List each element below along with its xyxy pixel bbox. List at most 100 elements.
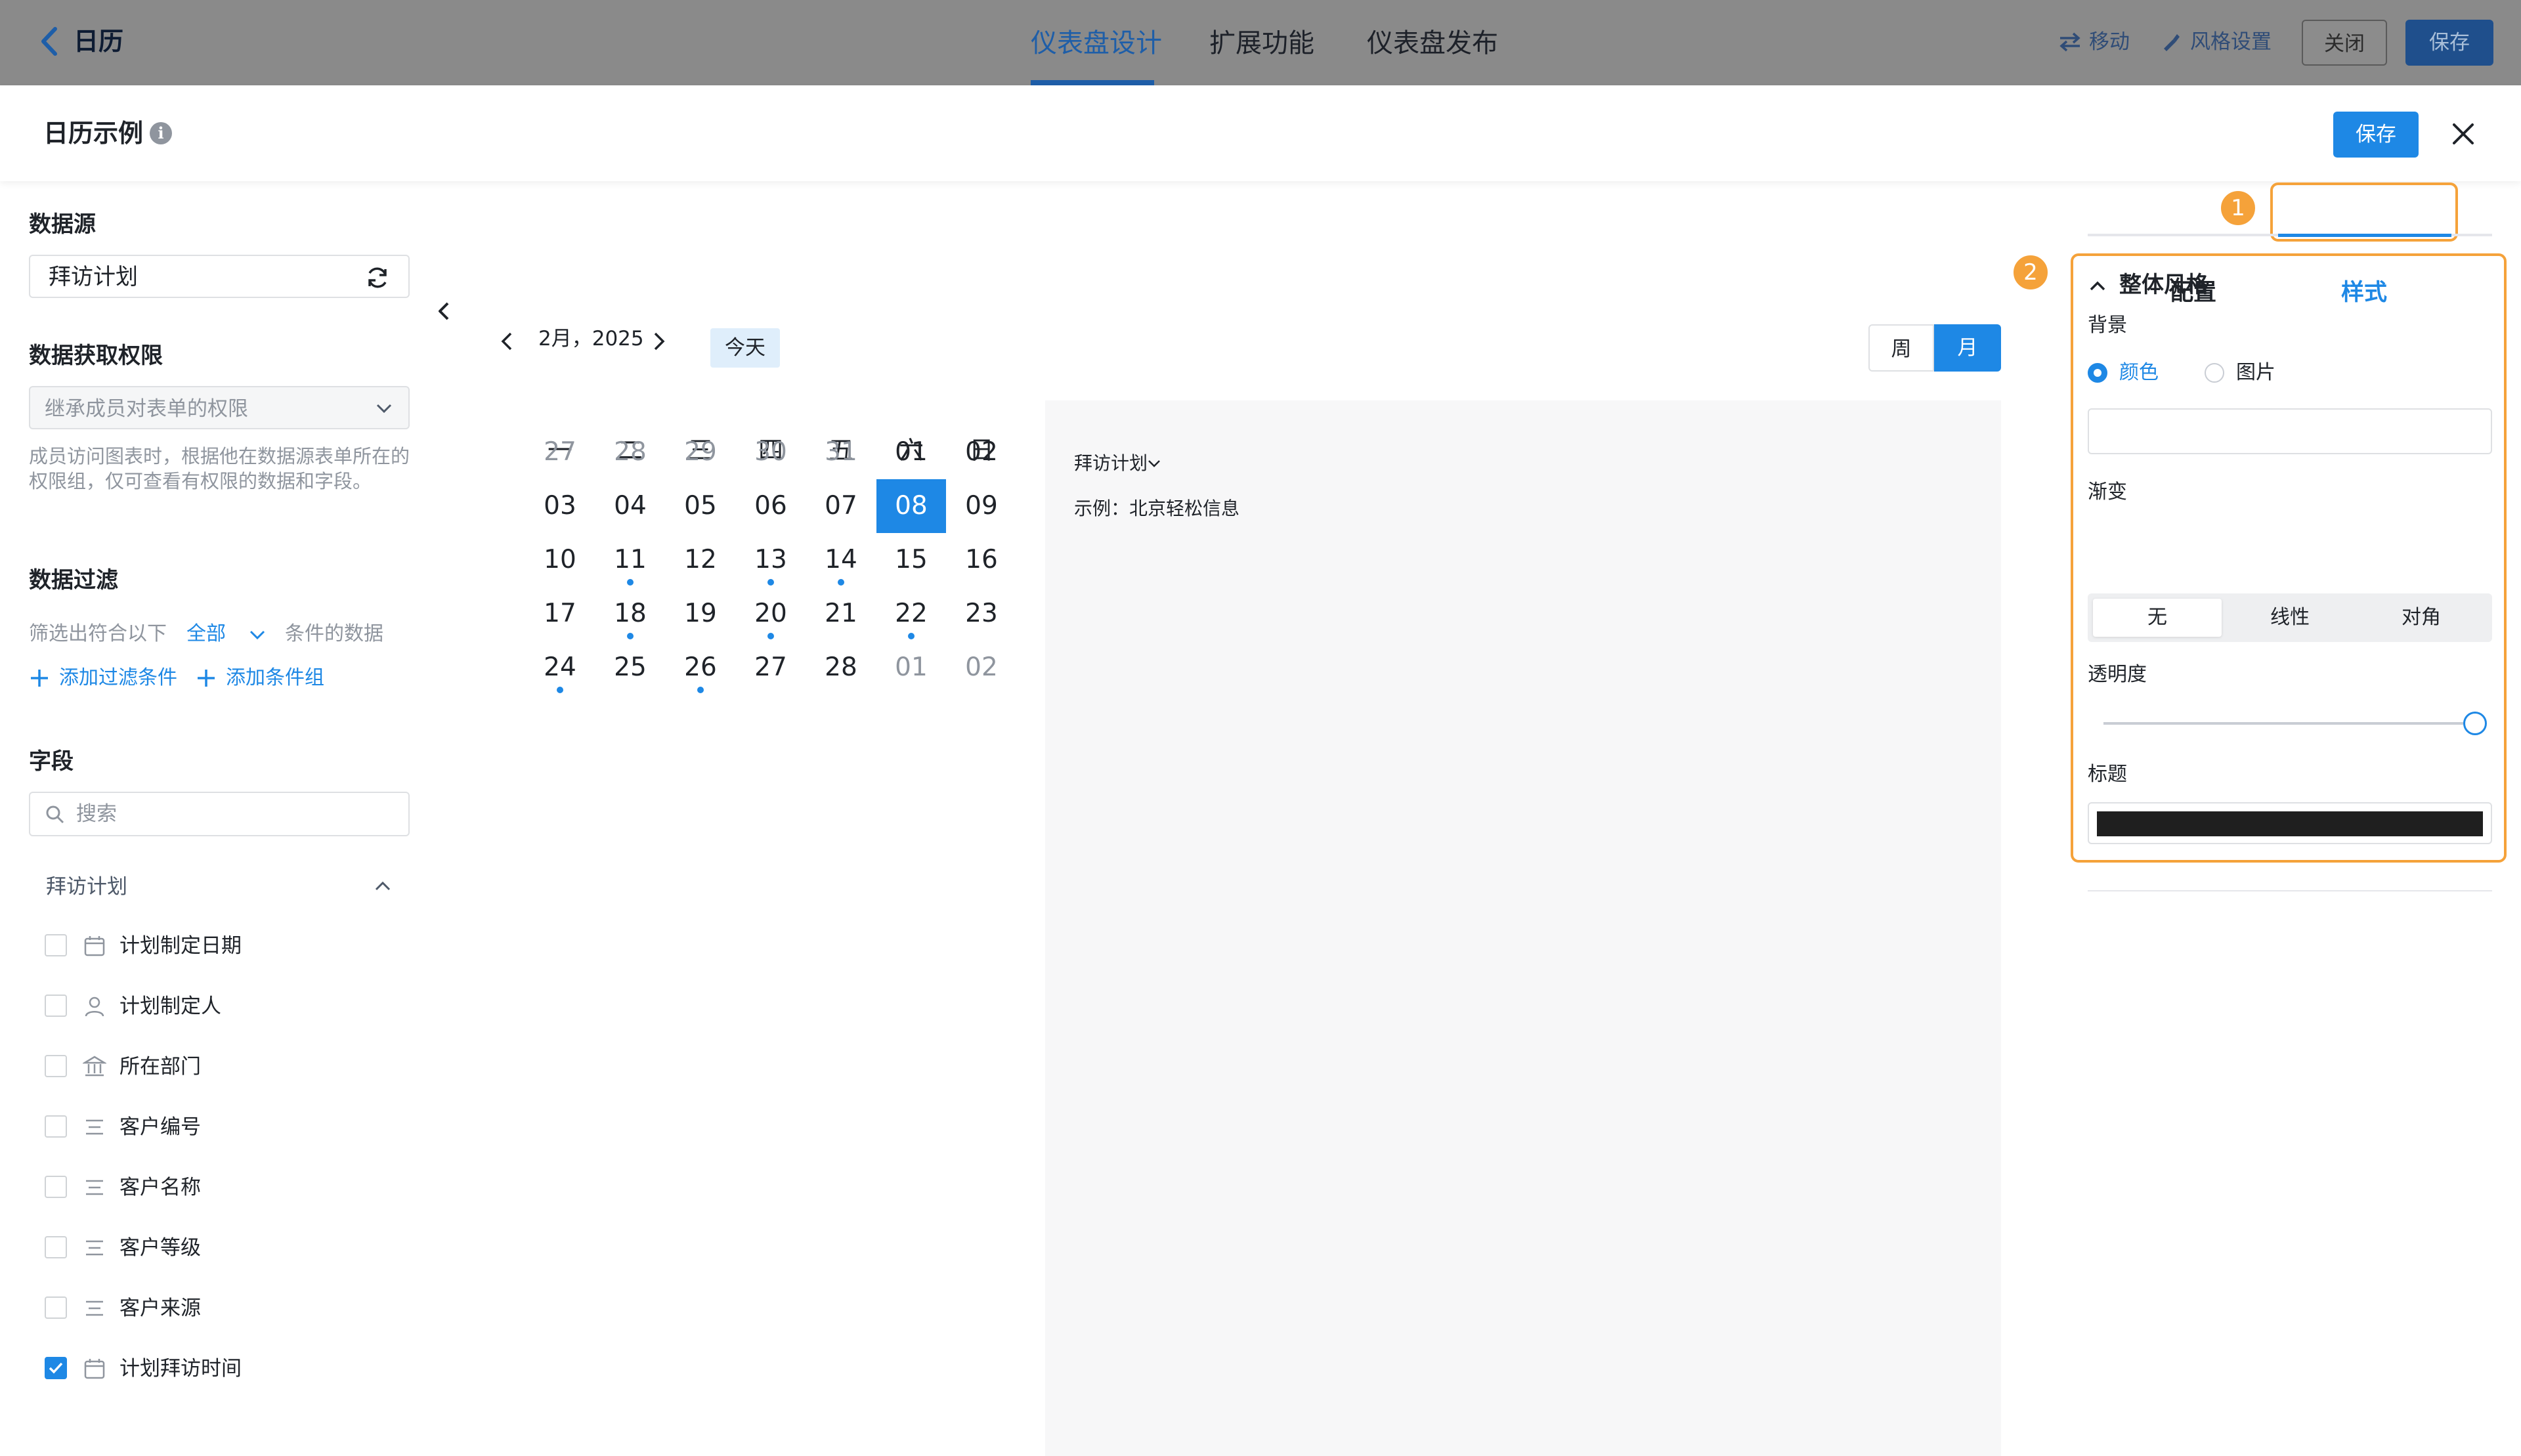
info-icon[interactable]: i (150, 122, 172, 144)
checkbox[interactable] (45, 1055, 67, 1077)
calendar-day[interactable]: 23 (947, 587, 1016, 641)
modal-save-button[interactable]: 保存 (2333, 112, 2419, 158)
event-list-panel: 拜访计划 示例：北京轻松信息 (1045, 400, 2001, 1456)
permission-select[interactable]: 继承成员对表单的权限 (29, 386, 410, 429)
calendar-day[interactable]: 01 (876, 425, 946, 479)
calendar-day[interactable]: 29 (666, 425, 735, 479)
chevron-up-icon (375, 881, 391, 891)
step-badge-2: 2 (2012, 253, 2050, 291)
field-item[interactable]: 计划制定日期 (45, 931, 399, 961)
gradient-diagonal-option[interactable]: 对角 (2357, 599, 2486, 637)
back-arrow-icon[interactable] (37, 25, 63, 58)
filter-suffix: 条件的数据 (285, 622, 383, 645)
radio-checked (2088, 363, 2107, 383)
calendar-day[interactable]: 17 (525, 587, 595, 641)
top-bar: 日历 仪表盘设计 扩展功能 仪表盘发布 移动 风格设置 关闭 保存 (0, 0, 2521, 87)
gradient-segmented-control: 无 线性 对角 (2088, 593, 2492, 642)
calendar-day[interactable]: 04 (595, 479, 665, 533)
calendar-day[interactable]: 12 (666, 533, 735, 587)
field-label: 所在部门 (119, 1055, 201, 1079)
close-icon[interactable] (2446, 117, 2480, 151)
prev-month-icon[interactable] (498, 328, 517, 354)
calendar-day[interactable]: 01 (876, 641, 946, 695)
datasource-title: 数据源 (29, 211, 96, 238)
checkbox[interactable] (45, 995, 67, 1017)
calendar-day[interactable]: 03 (525, 479, 595, 533)
calendar-day[interactable]: 10 (525, 533, 595, 587)
tab-extensions[interactable]: 扩展功能 (1209, 26, 1314, 60)
field-item[interactable]: 客户等级 (45, 1233, 399, 1263)
field-item[interactable]: 客户来源 (45, 1293, 399, 1323)
filter-mode-select[interactable]: 全部 (186, 621, 226, 647)
calendar-day[interactable]: 19 (666, 587, 735, 641)
field-search-input[interactable]: 搜索 (29, 792, 410, 836)
calendar-day[interactable]: 21 (806, 587, 876, 641)
calendar-day[interactable]: 28 (806, 641, 876, 695)
calendar-day[interactable]: 02 (947, 641, 1016, 695)
gradient-none-option[interactable]: 无 (2093, 599, 2222, 637)
opacity-slider-track[interactable] (2103, 722, 2475, 725)
text-field-icon (86, 1119, 103, 1135)
week-view-button[interactable]: 周 (1868, 324, 1934, 372)
field-item[interactable]: 客户编号 (45, 1112, 399, 1142)
field-item[interactable]: 客户名称 (45, 1172, 399, 1203)
calendar-day[interactable]: 30 (736, 425, 806, 479)
collapse-panel-icon[interactable] (431, 290, 456, 332)
radio-unchecked (2205, 363, 2224, 383)
search-placeholder: 搜索 (76, 802, 117, 826)
field-group-header[interactable]: 拜访计划 (29, 870, 410, 902)
calendar-day[interactable]: 06 (736, 479, 806, 533)
calendar-day[interactable]: 28 (595, 425, 665, 479)
add-group-button[interactable]: 添加条件组 (196, 664, 340, 692)
calendar-day[interactable]: 16 (947, 533, 1016, 587)
field-item[interactable]: 计划拜访时间 (45, 1354, 399, 1384)
close-button[interactable]: 关闭 (2302, 20, 2387, 66)
field-item[interactable]: 所在部门 (45, 1052, 399, 1082)
person-icon (85, 996, 104, 1017)
modal-title: 日历示例 (43, 119, 144, 148)
active-tab-underline (2278, 234, 2451, 237)
checkbox[interactable] (45, 1296, 67, 1319)
calendar-day-selected[interactable]: 08 (876, 479, 946, 533)
opacity-slider-thumb[interactable] (2463, 712, 2487, 735)
checkbox[interactable] (45, 1236, 67, 1258)
event-example-item[interactable]: 示例：北京轻松信息 (1074, 495, 1239, 523)
chart-editor-modal: 日历示例 i 保存 数据源 拜访计划 数据获取权限 继承成员对表单的权限 成员访… (0, 85, 2521, 1456)
title-color-picker[interactable] (2088, 802, 2492, 844)
calendar-day[interactable]: 09 (947, 479, 1016, 533)
tab-dashboard-publish[interactable]: 仪表盘发布 (1367, 26, 1498, 60)
add-filter-button[interactable]: 添加过滤条件 (29, 664, 200, 692)
bg-image-radio[interactable]: 图片 (2205, 360, 2290, 386)
calendar-day[interactable]: 31 (806, 425, 876, 479)
field-label: 计划制定日期 (119, 934, 242, 958)
next-month-icon[interactable] (649, 328, 668, 354)
gradient-linear-option[interactable]: 线性 (2226, 599, 2354, 637)
month-view-button[interactable]: 月 (1934, 324, 2001, 372)
calendar-day[interactable]: 07 (806, 479, 876, 533)
move-label: 移动 (2089, 30, 2130, 54)
field-item[interactable]: 计划制定人 (45, 991, 399, 1021)
checkbox[interactable] (45, 934, 67, 956)
checkbox-checked[interactable] (45, 1357, 67, 1379)
datasource-select[interactable]: 拜访计划 (29, 255, 410, 298)
checkbox[interactable] (45, 1115, 67, 1138)
bg-color-radio[interactable]: 颜色 (2088, 360, 2173, 386)
calendar-day[interactable]: 15 (876, 533, 946, 587)
add-group-label: 添加条件组 (226, 666, 324, 689)
bg-color-picker[interactable] (2088, 408, 2492, 454)
calendar-day[interactable]: 02 (947, 425, 1016, 479)
gradient-label: 渐变 (2088, 481, 2127, 503)
event-indicator-dot (838, 579, 844, 586)
calendar-day[interactable]: 27 (736, 641, 806, 695)
today-button[interactable]: 今天 (710, 328, 780, 368)
calendar-day[interactable]: 27 (525, 425, 595, 479)
top-save-button[interactable]: 保存 (2405, 20, 2493, 66)
chevron-down-icon[interactable] (248, 628, 267, 642)
overall-style-section-header[interactable]: 整体风格 (2088, 269, 2350, 302)
calendar-day[interactable]: 25 (595, 641, 665, 695)
refresh-icon[interactable] (364, 264, 391, 291)
field-label: 计划拜访时间 (119, 1357, 242, 1381)
tab-dashboard-design[interactable]: 仪表盘设计 (1031, 26, 1162, 60)
checkbox[interactable] (45, 1176, 67, 1198)
calendar-day[interactable]: 05 (666, 479, 735, 533)
